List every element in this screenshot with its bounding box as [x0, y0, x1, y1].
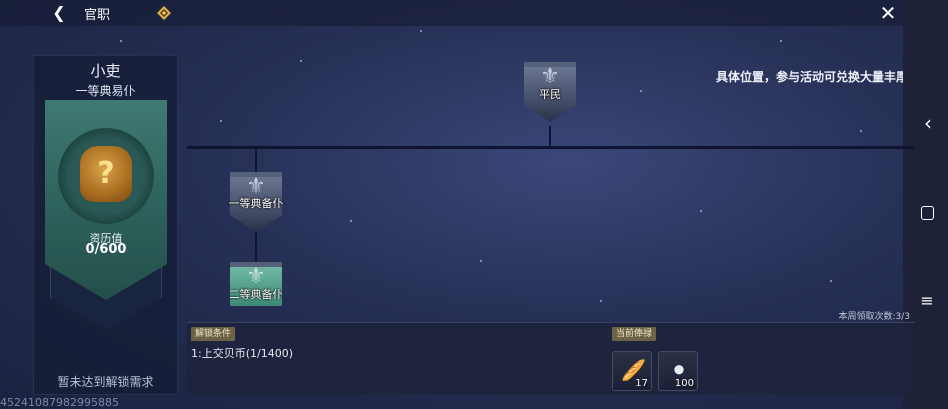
tree-connector-top: [549, 126, 551, 147]
info-panel: [187, 322, 915, 395]
reward-item-bread[interactable]: 🥖 17: [612, 351, 652, 391]
weekly-claim-count: 本周领取次数:3/3: [838, 312, 910, 322]
current-salary-tag: 当前俸禄: [612, 327, 657, 341]
system-home-icon[interactable]: [921, 206, 934, 220]
diamond-help-icon[interactable]: [157, 6, 171, 20]
system-menu-icon[interactable]: ≡: [920, 293, 934, 309]
unlock-condition-text: 1:上交贝币(1/1400): [191, 347, 293, 360]
xp-value: 0/600: [85, 242, 127, 257]
system-back-icon[interactable]: ‹: [920, 112, 936, 134]
question-mark-icon: ?: [97, 156, 115, 191]
rank-subtitle: 一等典易仆: [75, 84, 136, 98]
rank-node-first-grade[interactable]: ⚜ 一等典备仆: [229, 172, 284, 234]
rank-name: 小吏: [90, 62, 121, 80]
tree-connector-horizontal: [187, 146, 915, 149]
unlock-conditions-tag: 解锁条件: [191, 327, 236, 341]
divider: [187, 322, 915, 323]
page-title: 官职: [84, 8, 111, 23]
close-button[interactable]: ✕: [877, 2, 899, 24]
locked-status-text: 暂未达到解锁需求: [57, 375, 154, 389]
top-bar: [0, 0, 903, 26]
player-id-watermark: 452410879829958​85: [0, 396, 119, 409]
announcement-ticker: 具体位置，参与活动可兑换大量丰厚奖: [716, 70, 903, 84]
rank-node-label: 一等典备仆: [228, 197, 284, 210]
reward-count: 100: [674, 378, 694, 389]
rank-node-second-grade[interactable]: ⚜ 二等典备仆: [230, 262, 282, 306]
reward-count: 17: [635, 378, 648, 389]
rank-node-label: 二等典备仆: [230, 288, 282, 301]
reward-item-pellets[interactable]: ⚫ 100: [658, 351, 698, 391]
rank-node-label: 平民: [539, 88, 561, 101]
rank-node-commoner[interactable]: ⚜ 平民: [524, 62, 576, 124]
back-button[interactable]: ❮: [50, 4, 68, 22]
